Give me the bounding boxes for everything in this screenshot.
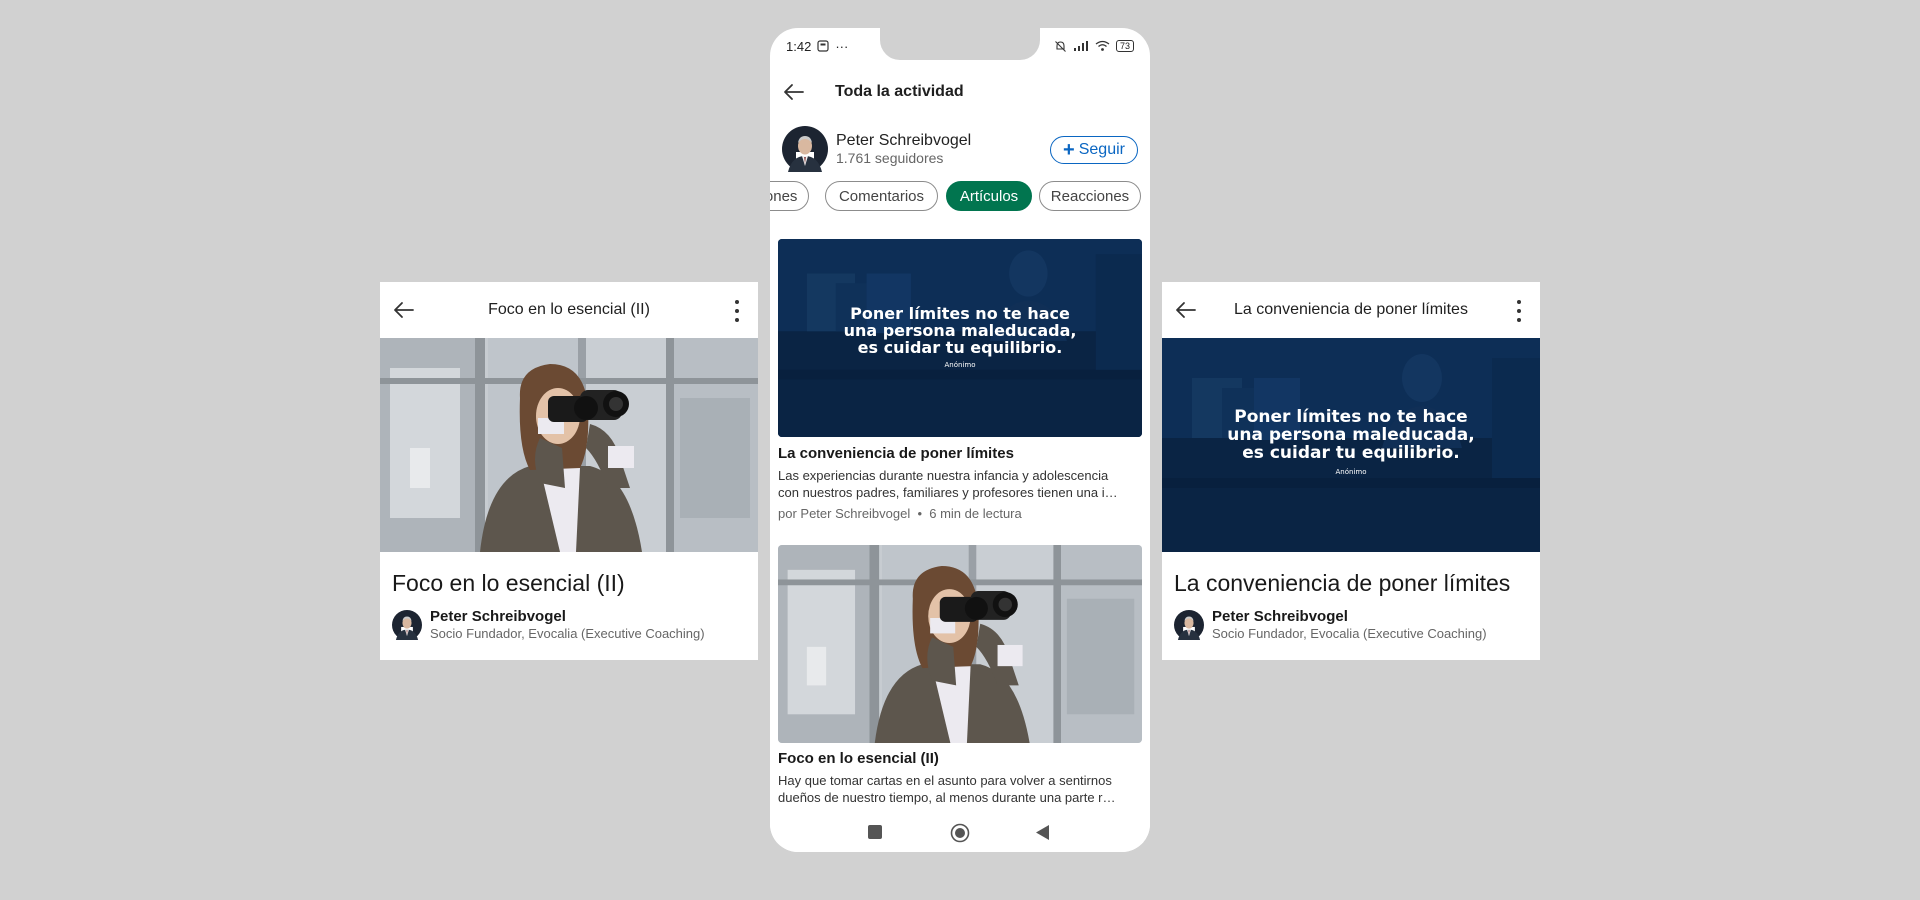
profile-header: Peter Schreibvogel 1.761 seguidores + Se… — [782, 124, 1138, 174]
mute-icon — [1055, 40, 1066, 52]
top-app-bar: Toda la actividad — [770, 72, 1150, 112]
battery-icon: 73 — [1115, 40, 1134, 52]
article-header-title: La conveniencia de poner límites — [1234, 301, 1468, 318]
back-triangle-icon[interactable] — [1036, 825, 1050, 840]
post-cover-image[interactable] — [778, 545, 1142, 743]
article-title: La conveniencia de poner límites — [1174, 570, 1511, 596]
post-snippet: Hay que tomar cartas en el asunto para v… — [778, 772, 1142, 806]
post-meta: por Peter Schreibvogel • 6 min de lectur… — [778, 506, 1022, 521]
article-card-right: La conveniencia de poner límites Poner l… — [1162, 282, 1540, 660]
article-author[interactable]: Peter Schreibvogel Socio Fundador, Evoca… — [1162, 598, 1540, 642]
quote-line: una persona maleducada, — [843, 321, 1077, 340]
article-title: Foco en lo esencial (II) — [392, 570, 625, 596]
profile-name[interactable]: Peter Schreibvogel — [836, 131, 971, 150]
quote-line: es cuidar tu equilibrio. — [1242, 443, 1460, 463]
article-header-title: Foco en lo esencial (II) — [488, 301, 650, 318]
author-headline: Socio Fundador, Evocalia (Executive Coac… — [1212, 626, 1487, 641]
more-options-icon[interactable] — [734, 300, 740, 322]
signal-icon — [1073, 41, 1088, 51]
quote-overlay: Poner límites no te hace una persona mal… — [1162, 408, 1540, 476]
plus-icon: + — [1063, 139, 1075, 161]
filter-chip-articles[interactable]: Artículos — [946, 181, 1032, 211]
article-cover-image — [380, 338, 758, 552]
filter-chip-reactions[interactable]: Reacciones — [1039, 181, 1141, 211]
post-title[interactable]: Foco en lo esencial (II) — [778, 750, 939, 767]
quote-attribution: Anónimo — [944, 361, 976, 369]
system-navigation-bar — [770, 812, 1150, 852]
back-arrow-icon[interactable] — [782, 80, 806, 104]
filter-chip-comments[interactable]: Comentarios — [825, 181, 938, 211]
back-arrow-icon[interactable] — [392, 298, 416, 322]
home-circle-icon[interactable] — [950, 823, 970, 843]
post-snippet-line: Hay que tomar cartas en el asunto para v… — [778, 773, 1112, 788]
article-card-left: Foco en lo esencial (II) Foco en lo esen… — [380, 282, 758, 660]
author-headline: Socio Fundador, Evocalia (Executive Coac… — [430, 626, 705, 641]
recents-square-icon[interactable] — [868, 825, 882, 839]
quote-overlay: Poner límites no te hace una persona mal… — [778, 305, 1142, 369]
filter-chip[interactable]: iones — [770, 181, 809, 211]
page-title: Toda la actividad — [835, 83, 964, 100]
quote-line: Poner límites no te hace — [850, 304, 1070, 323]
avatar[interactable] — [782, 126, 828, 172]
binoculars-photo — [778, 545, 1142, 743]
post-snippet: Las experiencias durante nuestra infanci… — [778, 467, 1142, 501]
author-name: Peter Schreibvogel — [1212, 608, 1348, 625]
author-name: Peter Schreibvogel — [430, 608, 566, 625]
follower-count: 1.761 seguidores — [836, 150, 944, 166]
article-author[interactable]: Peter Schreibvogel Socio Fundador, Evoca… — [380, 598, 758, 642]
article-cover-image: Poner límites no te hace una persona mal… — [1162, 338, 1540, 552]
article-header: Foco en lo esencial (II) — [380, 282, 758, 338]
post-cover-image[interactable]: Poner límites no te hace una persona mal… — [778, 239, 1142, 437]
activity-filter-chips: iones Comentarios Artículos Reacciones — [770, 181, 1150, 213]
quote-line: una persona maleducada, — [1227, 425, 1475, 445]
status-time: 1:42 — [786, 38, 812, 54]
avatar[interactable] — [392, 610, 422, 640]
notification-icon — [817, 40, 829, 52]
post-snippet-line: dueños de nuestro tiempo, al menos duran… — [778, 790, 1116, 805]
back-arrow-icon[interactable] — [1174, 298, 1198, 322]
binoculars-photo — [380, 338, 758, 552]
stage: Foco en lo esencial (II) Foco en lo esen… — [0, 0, 1920, 900]
post-snippet-line: Las experiencias durante nuestra infanci… — [778, 468, 1109, 483]
follow-button[interactable]: + Seguir — [1050, 136, 1138, 164]
wifi-icon — [1095, 40, 1110, 51]
post-title[interactable]: La conveniencia de poner límites — [778, 445, 1014, 462]
article-header: La conveniencia de poner límites — [1162, 282, 1540, 338]
status-more-dots: ··· — [835, 38, 849, 54]
more-options-icon[interactable] — [1516, 300, 1522, 322]
quote-line: es cuidar tu equilibrio. — [857, 338, 1063, 357]
avatar[interactable] — [1174, 610, 1204, 640]
quote-line: Poner límites no te hace — [1234, 407, 1468, 427]
phone-screen: 1:42 ··· 73 Toda la actividad Peter Schr… — [770, 28, 1150, 852]
follow-button-label: Seguir — [1078, 141, 1125, 158]
post-snippet-line: con nuestros padres, familiares y profes… — [778, 485, 1118, 500]
camera-notch — [880, 28, 1040, 60]
quote-attribution: Anónimo — [1335, 468, 1367, 476]
